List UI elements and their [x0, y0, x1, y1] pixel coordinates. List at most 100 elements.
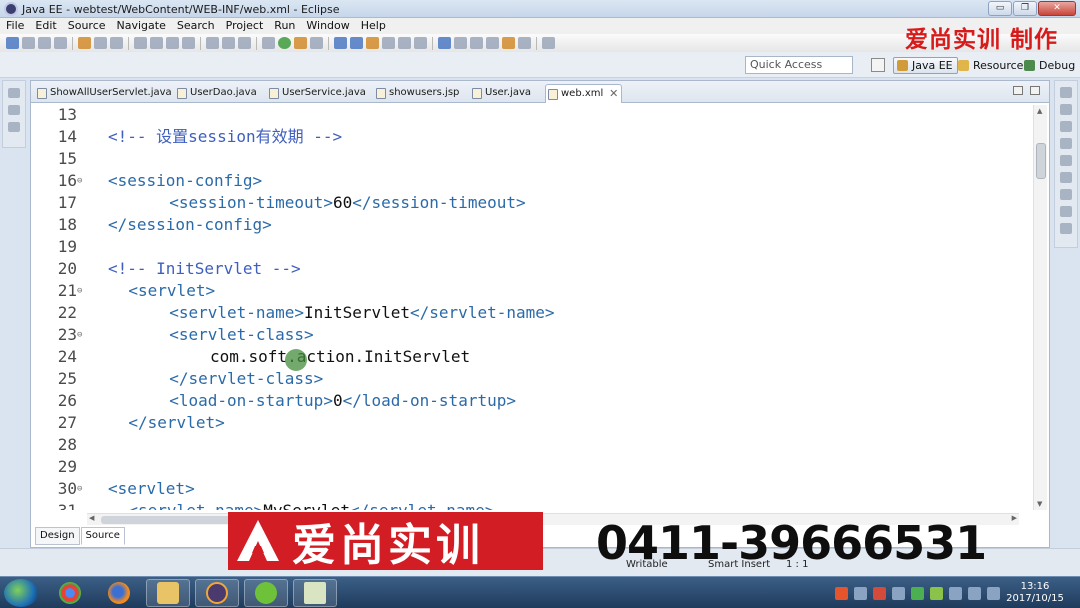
tab-showallservlet[interactable]: ShowAllUserServlet.java: [35, 84, 172, 103]
new-class-icon[interactable]: [366, 37, 379, 49]
scroll-right-icon[interactable]: ▶: [1012, 514, 1017, 522]
volume-icon[interactable]: [949, 586, 962, 600]
forward-icon[interactable]: [518, 37, 531, 49]
update-icon[interactable]: [930, 586, 943, 600]
external-tools-icon[interactable]: [310, 37, 323, 49]
open-folder-icon[interactable]: [398, 37, 411, 49]
package-explorer-icon[interactable]: [8, 105, 20, 115]
server-icon[interactable]: [78, 37, 91, 49]
suspend-icon[interactable]: [222, 37, 235, 49]
restore-icon[interactable]: [8, 88, 20, 98]
next-annotation-icon[interactable]: [486, 37, 499, 49]
tab-showusers[interactable]: showusers.jsp: [374, 84, 459, 103]
restore-button[interactable]: ❐: [1013, 1, 1037, 16]
servers-icon[interactable]: [1060, 155, 1072, 166]
scroll-down-icon[interactable]: ▼: [1037, 500, 1042, 508]
step-icon[interactable]: [206, 37, 219, 49]
scroll-left-icon[interactable]: ◀: [89, 514, 94, 522]
toggle-comment-icon[interactable]: [110, 37, 123, 49]
run-icon[interactable]: [278, 37, 291, 49]
menu-search[interactable]: Search: [177, 18, 215, 34]
fold-toggle-icon[interactable]: ⊖: [77, 170, 82, 192]
menu-navigate[interactable]: Navigate: [117, 18, 166, 34]
minimize-button[interactable]: ▭: [988, 1, 1012, 16]
firefox-icon[interactable]: [97, 579, 141, 607]
close-button[interactable]: ✕: [1038, 1, 1076, 16]
menu-edit[interactable]: Edit: [35, 18, 56, 34]
menu-project[interactable]: Project: [226, 18, 264, 34]
code-line: 31<servlet-name>MyServlet</servlet-name>: [31, 500, 1019, 510]
fold-toggle-icon[interactable]: ⊖: [77, 280, 82, 302]
undo-icon[interactable]: [166, 37, 179, 49]
qq-icon[interactable]: [873, 586, 886, 600]
maximize-editor-icon[interactable]: [1030, 86, 1040, 95]
quick-access-input[interactable]: Quick Access: [745, 56, 853, 74]
battery-icon[interactable]: [987, 586, 1000, 600]
restore-icon[interactable]: [1060, 87, 1072, 98]
build-icon[interactable]: [94, 37, 107, 49]
signal-icon[interactable]: [968, 586, 981, 600]
back-icon[interactable]: [502, 37, 515, 49]
outline-view-icon[interactable]: [1060, 104, 1072, 115]
eclipse-taskbar-icon[interactable]: [195, 579, 239, 607]
scroll-up-icon[interactable]: ▲: [1037, 107, 1042, 115]
open-perspective-icon[interactable]: [871, 58, 885, 72]
mark-icon[interactable]: [134, 37, 147, 49]
tab-userservice[interactable]: UserService.java: [267, 84, 366, 103]
data-source-icon[interactable]: [1060, 172, 1072, 183]
menu-source[interactable]: Source: [68, 18, 106, 34]
globe-icon[interactable]: [438, 37, 451, 49]
pin-editor-icon[interactable]: [542, 37, 555, 49]
tab-source[interactable]: Source: [80, 527, 125, 545]
debug-icon[interactable]: [262, 37, 275, 49]
terminate-icon[interactable]: [238, 37, 251, 49]
notepad-icon[interactable]: [293, 579, 337, 607]
fold-toggle-icon[interactable]: ⊖: [77, 478, 82, 500]
redo-icon[interactable]: [182, 37, 195, 49]
file-explorer-icon[interactable]: [146, 579, 190, 607]
minimize-editor-icon[interactable]: [1013, 86, 1023, 95]
new-package-icon[interactable]: [350, 37, 363, 49]
console-icon[interactable]: [1060, 206, 1072, 217]
save-icon[interactable]: [22, 37, 35, 49]
tab-design[interactable]: Design: [35, 527, 80, 545]
perspective-resource[interactable]: Resource: [954, 57, 1028, 74]
perspective-debug[interactable]: Debug: [1020, 57, 1080, 74]
tray-app-icon[interactable]: [892, 586, 905, 600]
annotation-icon[interactable]: [454, 37, 467, 49]
navigator-icon[interactable]: [8, 122, 20, 132]
code-editor[interactable]: 13 14 <!-- 设置session有效期 --> 15 16 ⊖ <session-c…: [31, 104, 1019, 510]
vertical-scrollbar[interactable]: ▲ ▼: [1033, 105, 1047, 510]
menu-file[interactable]: File: [6, 18, 24, 34]
perspective-java-ee[interactable]: Java EE: [893, 57, 958, 74]
pencil-icon[interactable]: [414, 37, 427, 49]
markers-icon[interactable]: [1060, 138, 1072, 149]
tab-user[interactable]: User.java: [470, 84, 531, 103]
vertical-scroll-thumb[interactable]: [1036, 143, 1046, 179]
menu-run[interactable]: Run: [274, 18, 295, 34]
outline-icon[interactable]: [150, 37, 163, 49]
taskbar-clock[interactable]: 13:16 2017/10/15: [1006, 581, 1064, 605]
tab-webxml[interactable]: web.xml ✕: [545, 84, 623, 103]
new-icon[interactable]: [6, 37, 19, 49]
save-all-icon[interactable]: [38, 37, 51, 49]
print-icon[interactable]: [54, 37, 67, 49]
close-tab-icon[interactable]: ✕: [609, 85, 618, 103]
pin-icon[interactable]: [470, 37, 483, 49]
tab-userdao[interactable]: UserDao.java: [175, 84, 257, 103]
open-type-icon[interactable]: [382, 37, 395, 49]
menu-window[interactable]: Window: [306, 18, 349, 34]
start-button[interactable]: [4, 579, 38, 607]
network-icon[interactable]: [854, 586, 867, 600]
fold-toggle-icon[interactable]: ⊖: [77, 324, 82, 346]
security-icon[interactable]: [911, 586, 924, 600]
input-method-icon[interactable]: [835, 586, 848, 600]
task-list-icon[interactable]: [1060, 121, 1072, 132]
coverage-icon[interactable]: [294, 37, 307, 49]
snippets-icon[interactable]: [1060, 189, 1072, 200]
app-green-icon[interactable]: [244, 579, 288, 607]
new-server-icon[interactable]: [334, 37, 347, 49]
menu-help[interactable]: Help: [361, 18, 386, 34]
chrome-icon[interactable]: [48, 579, 92, 607]
search-view-icon[interactable]: [1060, 223, 1072, 234]
